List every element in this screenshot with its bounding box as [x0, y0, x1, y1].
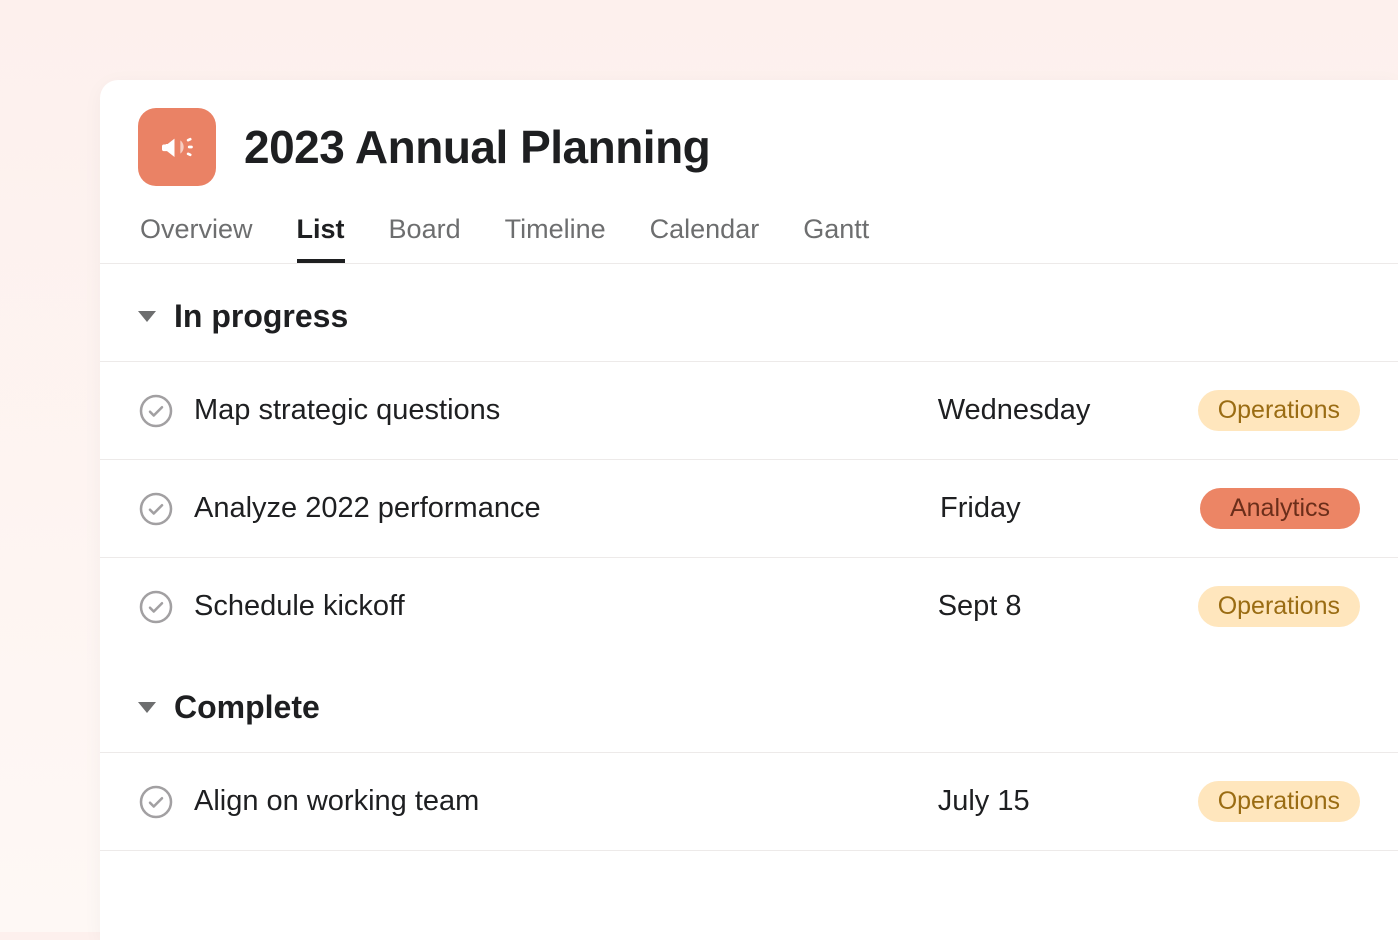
task-name: Map strategic questions: [194, 394, 918, 427]
tab-calendar[interactable]: Calendar: [650, 214, 760, 263]
task-name: Schedule kickoff: [194, 590, 918, 623]
view-tabs: Overview List Board Timeline Calendar Ga…: [138, 214, 1360, 263]
tab-gantt[interactable]: Gantt: [803, 214, 869, 263]
task-date: Friday: [920, 492, 1200, 525]
check-circle-icon[interactable]: [138, 784, 174, 820]
tab-timeline[interactable]: Timeline: [505, 214, 606, 263]
megaphone-icon: [138, 108, 216, 186]
task-tag[interactable]: Operations: [1198, 586, 1360, 627]
task-row[interactable]: Map strategic questions Wednesday Operat…: [100, 361, 1398, 459]
task-row[interactable]: Schedule kickoff Sept 8 Operations: [100, 557, 1398, 655]
project-title[interactable]: 2023 Annual Planning: [244, 120, 710, 174]
tab-overview[interactable]: Overview: [140, 214, 253, 263]
task-row[interactable]: Analyze 2022 performance Friday Analytic…: [100, 459, 1398, 557]
title-row: 2023 Annual Planning: [138, 108, 1360, 186]
section-header-complete[interactable]: Complete: [100, 655, 1398, 752]
task-name: Align on working team: [194, 785, 918, 818]
check-circle-icon[interactable]: [138, 393, 174, 429]
section-title: Complete: [174, 689, 320, 726]
task-tag[interactable]: Operations: [1198, 781, 1360, 822]
task-date: Sept 8: [918, 590, 1198, 623]
task-name: Analyze 2022 performance: [194, 492, 920, 525]
task-date: Wednesday: [918, 394, 1198, 427]
check-circle-icon[interactable]: [138, 491, 174, 527]
tab-board[interactable]: Board: [389, 214, 461, 263]
task-tag[interactable]: Analytics: [1200, 488, 1360, 529]
section-title: In progress: [174, 298, 348, 335]
caret-down-icon: [138, 702, 156, 713]
task-date: July 15: [918, 785, 1198, 818]
section-header-in-progress[interactable]: In progress: [100, 264, 1398, 361]
project-header: 2023 Annual Planning Overview List Board…: [100, 80, 1398, 263]
caret-down-icon: [138, 311, 156, 322]
check-circle-icon[interactable]: [138, 589, 174, 625]
tab-list[interactable]: List: [297, 214, 345, 263]
project-view: 2023 Annual Planning Overview List Board…: [100, 80, 1398, 940]
task-tag[interactable]: Operations: [1198, 390, 1360, 431]
task-row[interactable]: Align on working team July 15 Operations: [100, 752, 1398, 851]
